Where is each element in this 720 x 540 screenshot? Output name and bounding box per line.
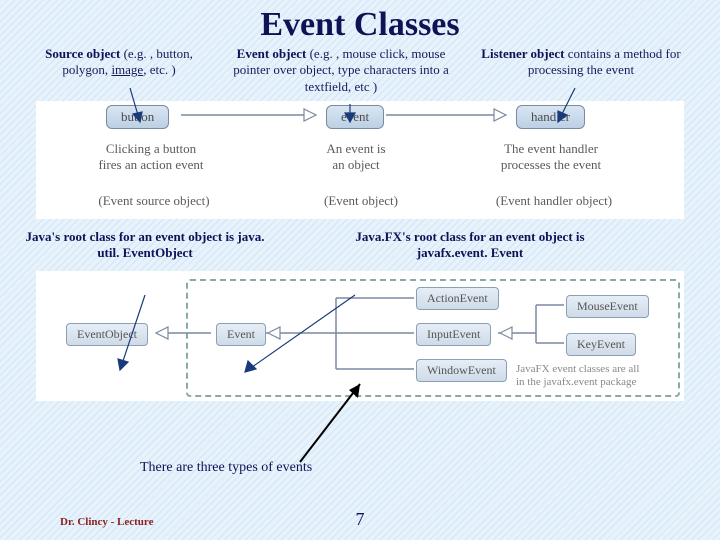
cap-1: Clicking a buttonfires an action event (66, 141, 236, 174)
figure-flow: button event handler Clicking a buttonfi… (36, 101, 684, 219)
box-actionevent: ActionEvent (416, 287, 499, 310)
three-types-note: There are three types of events (140, 460, 312, 476)
page-number: 7 (0, 509, 720, 530)
box-mouseevent: MouseEvent (566, 295, 649, 318)
paren-2: (Event object) (301, 193, 421, 209)
cap-2: An event isan object (296, 141, 416, 174)
top-row: Source object (e.g. , button, polygon, i… (0, 46, 720, 95)
page-title: Event Classes (0, 0, 720, 46)
figure-hierarchy: EventObject Event ActionEvent InputEvent… (36, 271, 684, 401)
top-listener-bold: Listener object (481, 46, 564, 61)
box-windowevent: WindowEvent (416, 359, 507, 382)
root-java: Java's root class for an event object is… (20, 229, 270, 262)
mid-row: Java's root class for an event object is… (0, 219, 720, 262)
box-keyevent: KeyEvent (566, 333, 636, 356)
root-javafx: Java.FX's root class for an event object… (320, 229, 620, 262)
top-event-bold: Event object (237, 46, 307, 61)
top-listener: Listener object contains a method for pr… (466, 46, 696, 95)
box-inputevent: InputEvent (416, 323, 491, 346)
paren-3: (Event handler object) (464, 193, 644, 209)
paren-1: (Event source object) (64, 193, 244, 209)
node-event: event (326, 105, 384, 129)
top-source: Source object (e.g. , button, polygon, i… (22, 46, 216, 95)
cap-3: The event handlerprocesses the event (466, 141, 636, 174)
pkg-note: JavaFX event classes are allin the javaf… (516, 363, 639, 389)
node-button: button (106, 105, 169, 129)
node-handler: handler (516, 105, 585, 129)
top-event: Event object (e.g. , mouse click, mouse … (226, 46, 456, 95)
box-eventobject: EventObject (66, 323, 148, 346)
box-event: Event (216, 323, 266, 346)
top-source-bold: Source object (45, 46, 120, 61)
